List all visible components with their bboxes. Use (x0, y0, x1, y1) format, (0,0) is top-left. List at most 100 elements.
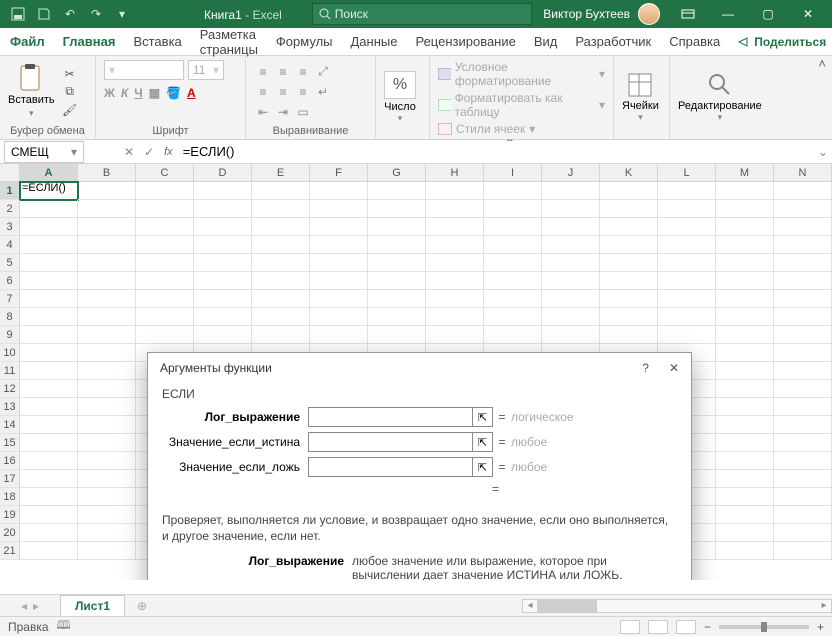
format-as-table-button[interactable]: Форматировать как таблицу▾ (438, 91, 605, 119)
cell[interactable] (78, 434, 136, 452)
cell[interactable] (194, 218, 252, 236)
cell[interactable] (658, 272, 716, 290)
cell[interactable] (20, 200, 78, 218)
cell[interactable]: =ЕСЛИ() (20, 182, 78, 200)
cell[interactable] (20, 344, 78, 362)
cell[interactable] (194, 200, 252, 218)
cell[interactable] (310, 218, 368, 236)
undo-icon[interactable]: ↶ (58, 2, 82, 26)
cell[interactable] (716, 434, 774, 452)
cell[interactable] (716, 452, 774, 470)
editing-dropdown-icon[interactable]: ▾ (718, 112, 723, 123)
scroll-right-icon[interactable]: ▸ (817, 600, 831, 611)
cell[interactable] (774, 218, 832, 236)
cell[interactable] (78, 308, 136, 326)
dialog-titlebar[interactable]: Аргументы функции ? ✕ (148, 353, 691, 383)
scroll-left-icon[interactable]: ◂ (523, 600, 537, 611)
zoom-slider[interactable] (719, 625, 809, 629)
cell[interactable] (20, 218, 78, 236)
row-header[interactable]: 4 (0, 236, 20, 254)
cell[interactable] (484, 182, 542, 200)
row-header[interactable]: 21 (0, 542, 20, 560)
cell[interactable] (774, 308, 832, 326)
cell[interactable] (20, 470, 78, 488)
arg1-range-picker-icon[interactable]: ⇱ (473, 407, 493, 427)
column-header[interactable]: C (136, 164, 194, 182)
sheet-tab-active[interactable]: Лист1 (60, 595, 125, 617)
cell[interactable] (484, 326, 542, 344)
row-header[interactable]: 12 (0, 380, 20, 398)
cell[interactable] (716, 344, 774, 362)
cell[interactable] (600, 254, 658, 272)
column-header[interactable]: H (426, 164, 484, 182)
cell[interactable] (600, 236, 658, 254)
cell[interactable] (78, 254, 136, 272)
cell[interactable] (78, 506, 136, 524)
cell[interactable] (658, 218, 716, 236)
cell[interactable] (774, 524, 832, 542)
formula-bar-expand-icon[interactable]: ⌄ (814, 145, 832, 159)
column-header[interactable]: M (716, 164, 774, 182)
cell[interactable] (78, 200, 136, 218)
cut-icon[interactable]: ✂ (61, 67, 79, 81)
cell[interactable] (774, 452, 832, 470)
cell[interactable] (194, 326, 252, 344)
cell[interactable] (658, 200, 716, 218)
column-header[interactable]: L (658, 164, 716, 182)
cell[interactable] (78, 452, 136, 470)
tab-insert[interactable]: Вставка (131, 30, 183, 53)
row-header[interactable]: 3 (0, 218, 20, 236)
cell[interactable] (426, 272, 484, 290)
cell[interactable] (194, 272, 252, 290)
cell[interactable] (368, 182, 426, 200)
cell[interactable] (20, 506, 78, 524)
cell[interactable] (658, 308, 716, 326)
cell[interactable] (368, 272, 426, 290)
cell[interactable] (78, 344, 136, 362)
fx-icon[interactable]: fx (164, 146, 173, 158)
sheet-nav-next-icon[interactable]: ▸ (33, 599, 39, 613)
cell[interactable] (136, 218, 194, 236)
cell[interactable] (136, 272, 194, 290)
cell[interactable] (368, 200, 426, 218)
orientation-icon[interactable]: ⤢ (314, 63, 332, 81)
cell[interactable] (484, 236, 542, 254)
cell[interactable] (194, 236, 252, 254)
row-header[interactable]: 16 (0, 452, 20, 470)
enter-formula-icon[interactable]: ✓ (144, 145, 154, 159)
minimize-icon[interactable]: — (708, 0, 748, 28)
align-center-icon[interactable]: ≡ (274, 83, 292, 101)
user-name[interactable]: Виктор Бухтеев (543, 7, 630, 21)
cell[interactable] (774, 290, 832, 308)
cells-icon[interactable] (627, 72, 653, 98)
save-icon[interactable] (32, 2, 56, 26)
cell[interactable] (368, 236, 426, 254)
decrease-indent-icon[interactable]: ⇤ (254, 103, 272, 121)
cell[interactable] (136, 200, 194, 218)
dialog-help-icon[interactable]: ? (642, 361, 649, 375)
cell[interactable] (310, 236, 368, 254)
row-header[interactable]: 14 (0, 416, 20, 434)
cell[interactable] (136, 326, 194, 344)
cell[interactable] (774, 272, 832, 290)
cell[interactable] (484, 272, 542, 290)
cell[interactable] (774, 182, 832, 200)
row-header[interactable]: 20 (0, 524, 20, 542)
find-icon[interactable] (707, 72, 733, 98)
select-all-corner[interactable] (0, 164, 20, 182)
arg3-input[interactable] (308, 457, 473, 477)
row-header[interactable]: 1 (0, 182, 20, 200)
cell[interactable] (20, 398, 78, 416)
cell[interactable] (716, 290, 774, 308)
underline-button[interactable]: Ч (134, 86, 142, 100)
cell[interactable] (542, 200, 600, 218)
cell[interactable] (20, 524, 78, 542)
cell[interactable] (78, 380, 136, 398)
cell[interactable] (484, 200, 542, 218)
cell[interactable] (368, 254, 426, 272)
maximize-icon[interactable]: ▢ (748, 0, 788, 28)
tab-data[interactable]: Данные (349, 30, 400, 53)
cell[interactable] (716, 254, 774, 272)
align-middle-icon[interactable]: ≡ (274, 63, 292, 81)
bold-button[interactable]: Ж (104, 86, 115, 100)
